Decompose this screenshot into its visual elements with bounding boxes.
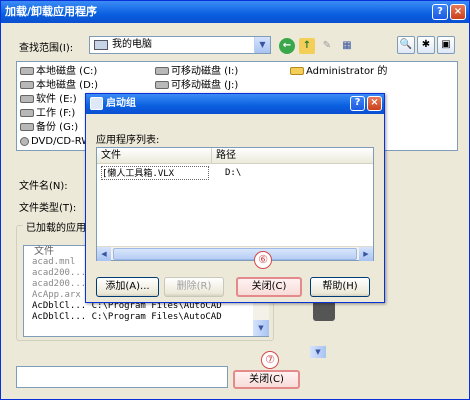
col-header-path[interactable]: 路径 (211, 148, 373, 164)
list-item[interactable]: AcDblCl... C:\Program Files\AutoCAD (24, 312, 268, 323)
help-button[interactable]: 帮助(H) (310, 277, 370, 297)
scroll-left-icon[interactable]: ◀ (97, 247, 111, 261)
views-menu-icon[interactable]: ▦ (339, 38, 355, 54)
back-icon[interactable]: ← (279, 38, 295, 54)
app-list-view[interactable]: 文件 路径 [懒人工具箱.VLX D:\ ◀ ▶ (96, 147, 374, 261)
drive-icon (20, 67, 34, 75)
add-button[interactable]: 添加(A)... (96, 277, 159, 297)
close-icon[interactable]: × (450, 4, 466, 20)
drive-d[interactable]: 本地磁盘 (D:) (20, 79, 98, 92)
scroll-down-icon[interactable]: ▼ (253, 320, 269, 336)
app-list-label: 应用程序列表: (96, 135, 160, 146)
scroll-thumb[interactable] (113, 248, 357, 260)
list-hscrollbar[interactable]: ◀ ▶ (97, 246, 373, 261)
main-titlebar[interactable]: 加载/卸载应用程序 (1, 1, 469, 23)
disc-icon (20, 136, 29, 146)
drive-f[interactable]: 工作 (F:) (20, 107, 75, 120)
col-header-file[interactable]: 文件 (97, 148, 211, 164)
look-in-combo[interactable]: 我的电脑 ▼ (89, 36, 271, 54)
preview-icon[interactable]: ▣ (437, 36, 455, 54)
search-icon[interactable]: 🔍 (397, 36, 415, 54)
dialog-titlebar[interactable]: 启动组 (86, 94, 384, 114)
drive-c[interactable]: 本地磁盘 (C:) (20, 65, 97, 78)
drive-icon (20, 109, 34, 117)
drive-icon (155, 67, 169, 75)
dialog-help-icon[interactable]: ? (350, 96, 365, 111)
side-scroll-down[interactable]: ▼ (310, 346, 326, 358)
removable-j[interactable]: 可移动磁盘 (J:) (155, 79, 238, 92)
step-6-badge: ⑥ (254, 251, 272, 269)
drive-icon (20, 95, 34, 103)
filename-label: 文件名(N): (19, 181, 68, 192)
filetype-label: 文件类型(T): (19, 203, 77, 214)
dvd-drive[interactable]: DVD/CD-RW (20, 135, 91, 148)
drive-icon (155, 81, 169, 89)
main-close-button[interactable]: 关闭(C) (233, 370, 300, 389)
table-row-path[interactable]: D:\ (225, 166, 241, 180)
find-file-icon[interactable]: ✱ (417, 36, 435, 54)
up-folder-icon[interactable]: ↑ (299, 38, 315, 54)
dialog-close-button[interactable]: 关闭(C) (236, 277, 302, 297)
loaded-list-scrollbar[interactable]: ▼ (253, 298, 269, 336)
drive-icon (20, 81, 34, 89)
computer-icon (94, 40, 108, 50)
look-in-label: 查找范围(I): (19, 43, 74, 54)
app-icon (90, 97, 103, 110)
folder-icon (290, 67, 304, 75)
drive-g[interactable]: 备份 (G:) (20, 121, 78, 134)
drive-e[interactable]: 软件 (E:) (20, 93, 77, 106)
scroll-down-icon[interactable]: ▼ (310, 346, 326, 358)
startup-suite-dialog: 启动组 ? × 应用程序列表: 文件 路径 [懒人工具箱.VLX D:\ ◀ ▶… (85, 93, 385, 303)
step-7-badge: ⑦ (261, 351, 279, 369)
removable-i[interactable]: 可移动磁盘 (I:) (155, 65, 238, 78)
chevron-down-icon[interactable]: ▼ (254, 37, 270, 53)
scroll-right-icon[interactable]: ▶ (359, 247, 373, 261)
help-icon[interactable]: ? (432, 4, 448, 20)
table-row-file[interactable]: [懒人工具箱.VLX (101, 166, 209, 180)
dialog-title: 启动组 (106, 98, 136, 109)
loaded-apps-title: 已加载的应用 (23, 219, 89, 234)
dialog-close-icon[interactable]: × (367, 96, 382, 111)
main-title: 加载/卸载应用程序 (5, 5, 98, 18)
bottom-status-field (16, 366, 228, 388)
admin-folder[interactable]: Administrator 的 (290, 65, 387, 78)
new-folder-icon[interactable]: ✎ (319, 38, 335, 54)
remove-button[interactable]: 删除(R) (164, 277, 224, 297)
drive-icon (20, 123, 34, 131)
look-in-value: 我的电脑 (112, 39, 152, 50)
